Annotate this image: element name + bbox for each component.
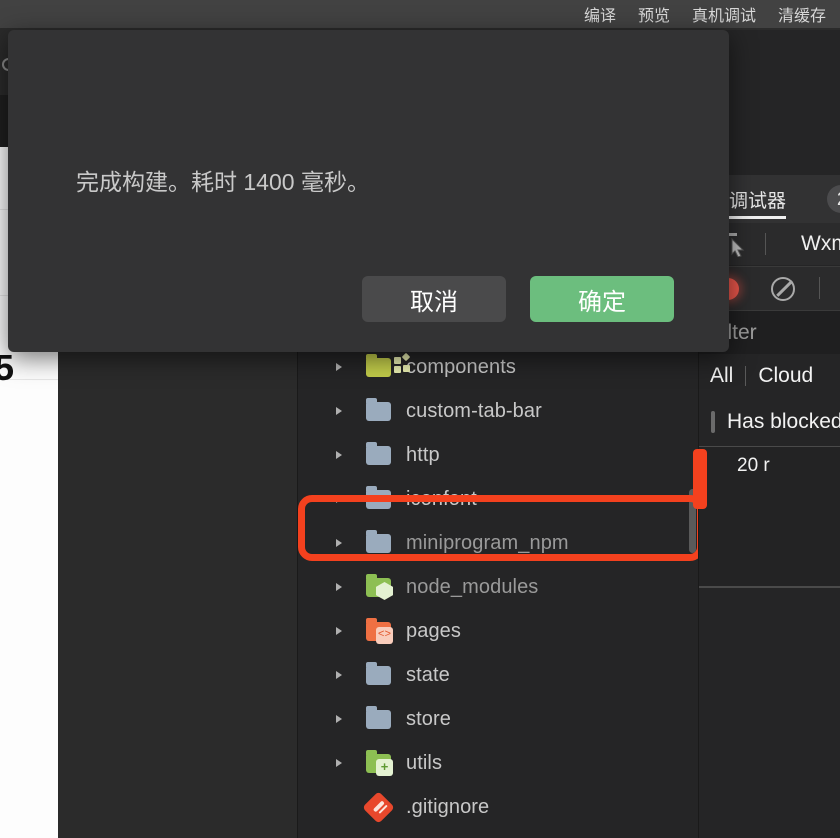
file-tree-panel[interactable]: components custom-tab-bar http iconfont mini… [298, 337, 698, 838]
file-tree-row[interactable]: store [298, 697, 698, 741]
app-window: 5 components custom-tab-bar http iconfont mi… [0, 0, 840, 838]
filter-all[interactable]: All [710, 364, 733, 388]
network-detail-panel [699, 586, 840, 838]
file-tree-row-label: node_modules [406, 576, 538, 599]
file-tree-list[interactable]: components custom-tab-bar http iconfont mini… [298, 345, 698, 838]
chevron-right-icon[interactable] [336, 539, 342, 547]
network-request-bar[interactable] [693, 449, 707, 509]
dialog-message: 完成构建。耗时 1400 毫秒。 [76, 163, 370, 197]
chevron-right-icon[interactable] [336, 495, 342, 503]
file-tree-row-label: miniprogram_npm [406, 532, 569, 555]
file-tree-row[interactable]: <> pages [298, 609, 698, 653]
folder-utils-icon: + [364, 751, 392, 775]
file-tree-row[interactable]: custom-tab-bar [298, 389, 698, 433]
menubar-items[interactable]: 编译预览真机调试清缓存 [584, 0, 838, 28]
menu-compile[interactable]: 编译 [584, 2, 616, 26]
file-tree-row-label: http [406, 444, 440, 467]
file-tree-row[interactable]: node_modules [298, 565, 698, 609]
chevron-right-icon[interactable] [336, 451, 342, 459]
folder-icon [364, 531, 392, 555]
has-blocked-row[interactable]: Has blocked [699, 398, 840, 446]
dialog-actions: 取消 确定 [362, 276, 674, 322]
request-type-filters[interactable]: All Cloud [699, 354, 840, 398]
file-tree-row[interactable]: state [298, 653, 698, 697]
chevron-right-icon[interactable] [336, 671, 342, 679]
tab-debugger-label: 调试器 [729, 186, 786, 213]
network-waterfall-panel: 20 r [699, 446, 840, 586]
folder-icon [364, 663, 392, 687]
chevron-right-icon[interactable] [336, 715, 342, 723]
folder-icon [364, 487, 392, 511]
git-icon [364, 795, 392, 819]
node-badge [376, 582, 393, 600]
chevron-right-icon[interactable] [336, 583, 342, 591]
chevron-right-icon[interactable] [336, 759, 342, 767]
tab-active-indicator [729, 216, 786, 219]
simulator-partial-text: 5 [0, 347, 14, 389]
file-tree-row[interactable] [298, 829, 698, 838]
folder-icon [364, 707, 392, 731]
explorer-pane [58, 352, 298, 838]
file-tree-row[interactable]: + utils [298, 741, 698, 785]
menu-remote-debug[interactable]: 真机调试 [692, 2, 756, 26]
file-tree-row[interactable]: miniprogram_npm [298, 521, 698, 565]
has-blocked-checkbox[interactable] [711, 411, 715, 433]
requests-summary-label: 20 r [737, 455, 770, 477]
file-tree-row-label: pages [406, 620, 461, 643]
chevron-right-icon[interactable] [336, 407, 342, 415]
folder-components-icon [364, 355, 392, 379]
file-tree-row-label: components [406, 356, 516, 379]
file-tree-row-label: iconfont [406, 488, 477, 511]
confirm-button[interactable]: 确定 [530, 276, 674, 322]
top-menubar: 编译预览真机调试清缓存 [0, 0, 840, 28]
no-entry-icon[interactable] [771, 277, 795, 301]
chevron-right-icon[interactable] [336, 627, 342, 635]
pages-badge: <> [376, 627, 393, 644]
filter-cloud[interactable]: Cloud [758, 364, 813, 388]
file-tree-row-label: custom-tab-bar [406, 400, 542, 423]
file-tree-row-label: store [406, 708, 451, 731]
folder-icon [364, 399, 392, 423]
folder-node-icon [364, 575, 392, 599]
file-tree-row-label: utils [406, 752, 442, 775]
utils-badge: + [376, 759, 393, 776]
has-blocked-label: Has blocked [727, 410, 840, 434]
folder-icon [364, 443, 392, 467]
folder-pages-icon: <> [364, 619, 392, 643]
build-complete-dialog: 完成构建。耗时 1400 毫秒。 取消 确定 [8, 30, 729, 352]
chevron-right-icon[interactable] [336, 363, 342, 371]
menu-clear-cache[interactable]: 清缓存 [778, 2, 826, 26]
file-tree-row[interactable]: .gitignore [298, 785, 698, 829]
file-tree-row-label: .gitignore [406, 796, 489, 819]
menu-preview[interactable]: 预览 [638, 2, 670, 26]
file-tree-row[interactable]: http [298, 433, 698, 477]
cancel-button[interactable]: 取消 [362, 276, 506, 322]
debugger-panel-label[interactable]: Wxml [801, 232, 840, 256]
file-tree-row-label: state [406, 664, 450, 687]
filter-divider [745, 366, 746, 386]
toolbar-divider [765, 233, 766, 255]
file-tree-row[interactable]: iconfont [298, 477, 698, 521]
toolbar-divider-2 [819, 277, 820, 299]
